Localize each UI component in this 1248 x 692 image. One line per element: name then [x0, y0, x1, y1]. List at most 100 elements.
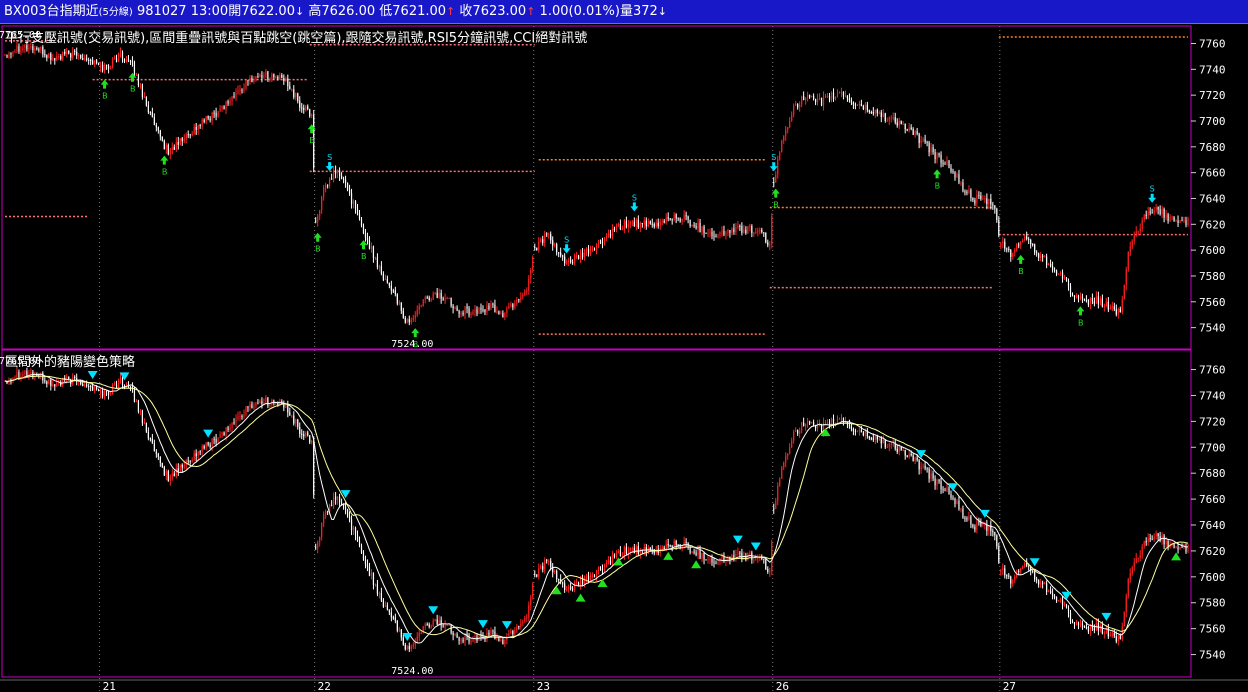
candle-body — [301, 107, 303, 109]
candle-body — [1121, 299, 1123, 313]
candle-body — [641, 222, 643, 224]
candle-body — [183, 139, 185, 142]
candle-body — [946, 160, 948, 165]
candle-body — [356, 208, 359, 215]
candle-body — [1038, 580, 1040, 585]
candle-body — [934, 478, 936, 486]
candle-body — [376, 584, 379, 594]
candle-body — [765, 232, 767, 243]
candle-body — [992, 531, 994, 533]
candle-body — [872, 112, 874, 114]
candle-body — [595, 571, 598, 578]
candle-body — [880, 112, 882, 118]
candle-body — [1063, 277, 1066, 279]
candle-body — [418, 305, 420, 310]
candle-body — [1030, 239, 1032, 245]
candle-body — [930, 473, 932, 479]
candle-body — [344, 506, 347, 510]
candle-body — [659, 221, 661, 227]
candle-body — [92, 386, 94, 391]
candle-body — [263, 402, 265, 404]
candle-body — [1085, 626, 1088, 628]
candle-body — [1137, 557, 1139, 559]
candle-body — [663, 221, 665, 223]
candle-body — [137, 401, 140, 412]
candle-body — [675, 214, 677, 219]
candle-body — [1121, 626, 1123, 640]
candle-body — [203, 446, 205, 449]
candle-body — [687, 216, 689, 220]
candle-body — [793, 431, 795, 441]
candle-body — [68, 50, 70, 54]
candle-body — [105, 64, 108, 66]
candle-body — [1022, 239, 1024, 242]
quote-date: 981027 — [136, 4, 187, 19]
y-tick-label: 7760 — [1199, 37, 1226, 50]
chart-area[interactable]: BBBBBBBSSSSBBBBS 平行支壓訊號(交易訊號),區間重疊訊號與百點跳… — [0, 24, 1248, 692]
candle-body — [874, 436, 876, 440]
candle-body — [731, 228, 733, 233]
candle-body — [231, 96, 233, 102]
candle-body — [227, 427, 229, 430]
candle-body — [655, 222, 657, 227]
candle-body — [874, 109, 876, 114]
candle-body — [426, 297, 428, 299]
candle-body — [922, 465, 924, 467]
candle-body — [605, 236, 608, 238]
candle-body — [311, 441, 313, 443]
candle-body — [406, 319, 408, 323]
candle-body — [1171, 216, 1173, 218]
candle-body — [1075, 622, 1078, 624]
candle-body — [173, 473, 175, 477]
candle-body — [500, 313, 502, 315]
candle-body — [99, 390, 102, 394]
candle-body — [1111, 306, 1113, 308]
candle-body — [994, 205, 996, 209]
candle-body — [364, 559, 367, 565]
candle-body — [432, 620, 434, 627]
candle-body — [448, 624, 450, 626]
candle-body — [1119, 635, 1121, 640]
candle-body — [388, 282, 390, 286]
y-tick-label: 7600 — [1199, 571, 1226, 584]
candle-body — [1020, 568, 1022, 572]
candle-body — [157, 127, 159, 131]
candle-body — [564, 583, 566, 590]
candle-body — [797, 104, 799, 108]
candle-body — [912, 129, 914, 136]
candle-body — [589, 576, 592, 581]
candle-body — [1145, 541, 1147, 543]
candle-body — [713, 562, 715, 564]
candle-body — [119, 52, 122, 54]
candle-body — [862, 432, 864, 436]
candle-body — [380, 592, 383, 601]
candle-body — [1091, 298, 1094, 302]
candle-body — [719, 231, 721, 236]
candle-body — [894, 117, 896, 123]
candle-body — [816, 98, 819, 103]
candle-body — [1000, 243, 1002, 246]
down-arrow-icon: ↓ — [294, 5, 305, 18]
candle-body — [940, 154, 942, 163]
candle-body — [458, 637, 460, 641]
candle-body — [548, 234, 550, 236]
candle-body — [161, 136, 163, 141]
candle-body — [797, 430, 799, 434]
candle-body — [522, 621, 524, 624]
candle-body — [476, 309, 478, 314]
candle-body — [1053, 269, 1056, 271]
candle-body — [1089, 298, 1092, 305]
candle-body — [651, 223, 653, 225]
candle-body — [1042, 582, 1044, 584]
candle-body — [135, 75, 138, 77]
candle-body — [60, 56, 62, 60]
candle-body — [566, 262, 568, 264]
candle-body — [34, 47, 36, 51]
candle-body — [671, 219, 673, 221]
candle-body — [480, 308, 482, 310]
candle-body — [94, 60, 96, 65]
candle-body — [904, 123, 906, 130]
candle-body — [1087, 626, 1090, 632]
candle-body — [404, 317, 406, 323]
candle-body — [685, 541, 687, 543]
